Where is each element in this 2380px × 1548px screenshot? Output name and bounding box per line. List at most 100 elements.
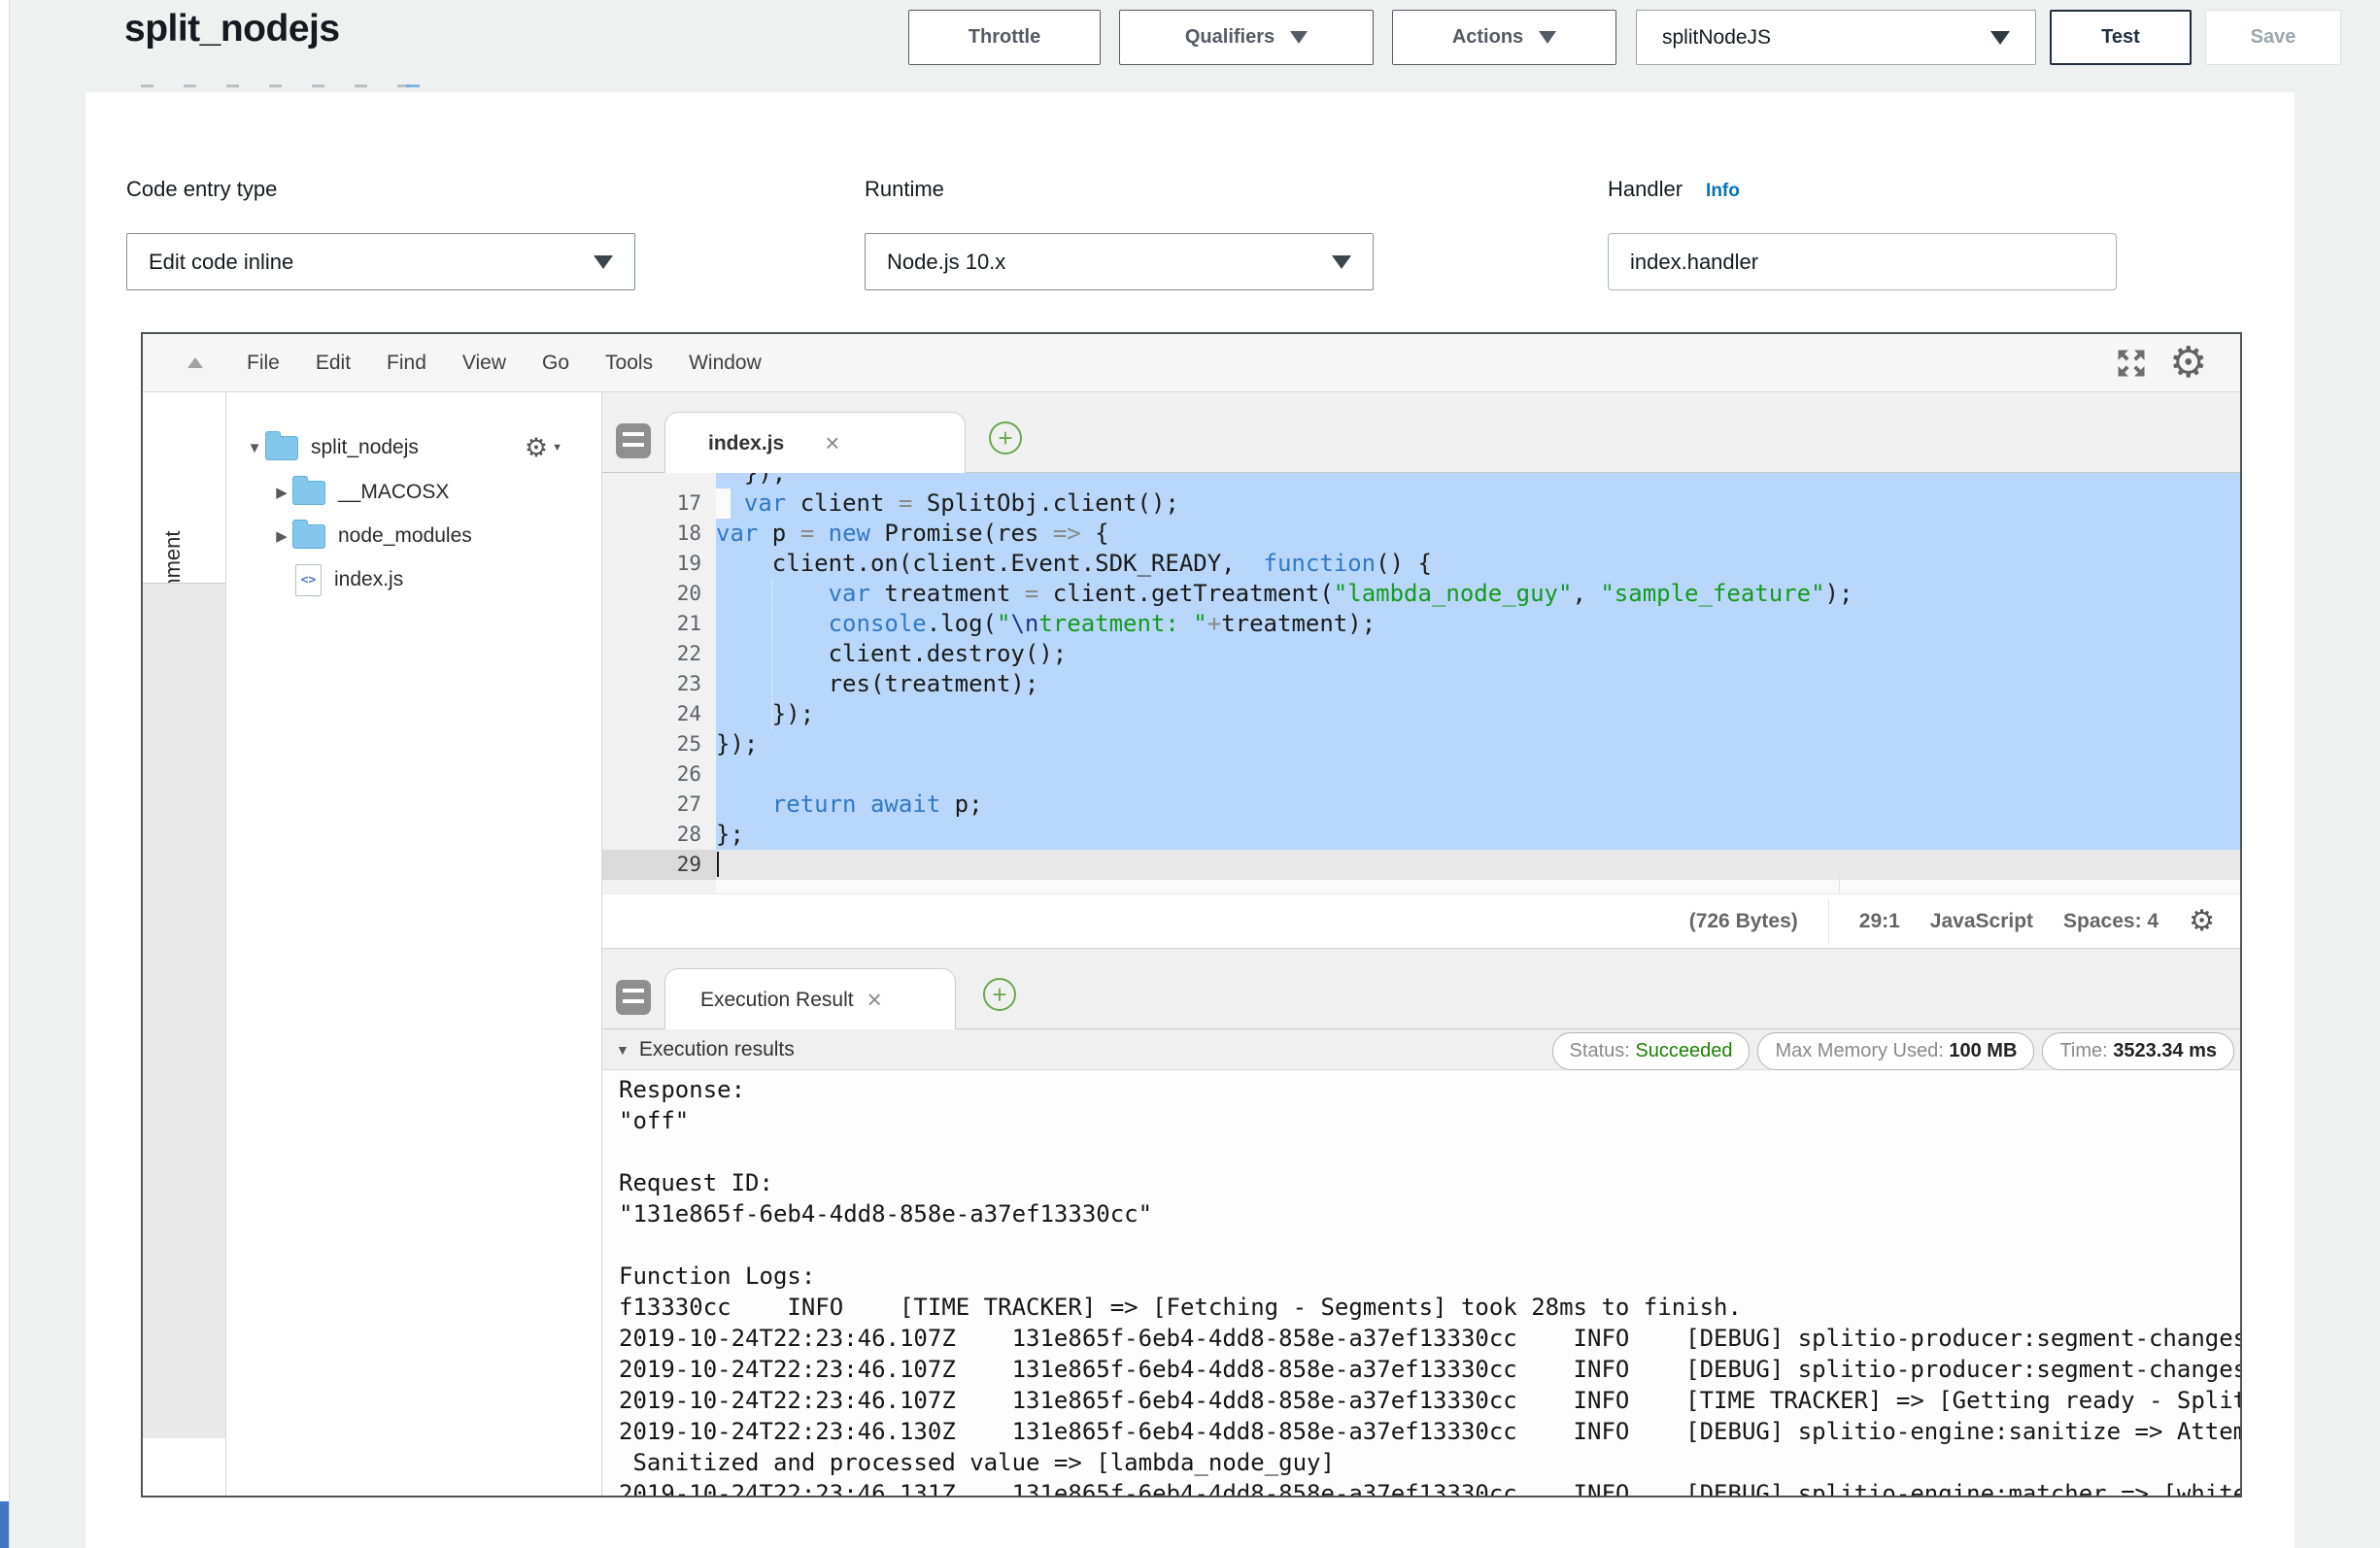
menu-item-go[interactable]: Go xyxy=(542,352,569,375)
expander-right-icon[interactable]: ▶ xyxy=(271,484,292,501)
menu-item-window[interactable]: Window xyxy=(689,352,762,375)
code-entry-type-select[interactable]: Edit code inline xyxy=(126,233,635,290)
gutter-cell[interactable]: 19 xyxy=(602,549,716,579)
gutter-cell[interactable] xyxy=(602,473,716,488)
collapse-results-icon[interactable]: ▼ xyxy=(616,1042,629,1058)
expander-down-icon[interactable]: ▼ xyxy=(244,440,265,456)
gutter-cell[interactable]: 25 xyxy=(602,729,716,759)
caret-down-icon xyxy=(1332,255,1351,269)
status-badge-value: Succeeded xyxy=(1635,1040,1732,1062)
code-line[interactable]: var client = SplitObj.client(); xyxy=(716,488,2240,519)
log-line: "off" xyxy=(619,1105,2240,1136)
gutter-cell[interactable]: 29 xyxy=(602,850,716,880)
save-button-disabled[interactable]: Save xyxy=(2205,10,2341,65)
tab-list-icon[interactable] xyxy=(616,423,651,458)
menu-item-find[interactable]: Find xyxy=(387,352,426,375)
caret-down-icon xyxy=(1290,31,1308,44)
code-line[interactable]: var p = new Promise(res => { xyxy=(716,519,2240,549)
time-badge-label: Time: xyxy=(2059,1040,2113,1062)
cursor-position[interactable]: 29:1 xyxy=(1859,910,1900,933)
code-line[interactable] xyxy=(716,880,2240,893)
test-button[interactable]: Test xyxy=(2050,10,2192,65)
indentation-setting[interactable]: Spaces: 4 xyxy=(2063,910,2159,933)
code-line[interactable]: console.log("\ntreatment: "+treatment); xyxy=(716,609,2240,639)
clipped-scrolled-link xyxy=(406,84,420,87)
gutter-cell[interactable]: 26 xyxy=(602,759,716,790)
code-line[interactable]: client.on(client.Event.SDK_READY, functi… xyxy=(716,549,2240,579)
menu-item-view[interactable]: View xyxy=(462,352,506,375)
code-line[interactable]: }; xyxy=(716,820,2240,850)
qualifiers-button-label: Qualifiers xyxy=(1185,26,1275,49)
test-event-select[interactable]: splitNodeJS xyxy=(1636,10,2036,65)
tree-item-node_modules[interactable]: ▶node_modules xyxy=(226,516,601,556)
runtime-select[interactable]: Node.js 10.x xyxy=(865,233,1374,290)
tab-list-icon[interactable] xyxy=(616,980,651,1015)
code-line[interactable]: return await p; xyxy=(716,790,2240,820)
code-token: function xyxy=(1264,550,1377,577)
code-editor-area[interactable]: });17 var client = SplitObj.client();18v… xyxy=(602,473,2240,893)
gutter-cell[interactable]: 24 xyxy=(602,699,716,729)
close-tab-icon[interactable]: × xyxy=(825,428,839,458)
code-line[interactable] xyxy=(716,850,2240,880)
code-line[interactable]: }); xyxy=(716,729,2240,759)
log-line: 2019-10-24T22:23:46.131Z 131e865f-6eb4-4… xyxy=(619,1478,2240,1496)
new-tab-icon[interactable]: + xyxy=(983,978,1016,1011)
execution-log-output[interactable]: Response:"off" Request ID:"131e865f-6eb4… xyxy=(602,1070,2240,1496)
expander-right-icon[interactable]: ▶ xyxy=(271,527,292,545)
gutter-cell[interactable]: 27 xyxy=(602,790,716,820)
log-line: Request ID: xyxy=(619,1167,2240,1198)
log-line: Function Logs: xyxy=(619,1261,2240,1292)
syntax-mode[interactable]: JavaScript xyxy=(1930,910,2033,933)
tab-index-js[interactable]: index.js × xyxy=(664,412,966,474)
gutter-cell[interactable] xyxy=(602,880,716,893)
code-line[interactable]: }); xyxy=(716,699,2240,729)
handler-info-link[interactable]: Info xyxy=(1706,181,1740,201)
window-left-edge xyxy=(0,0,10,1548)
gutter-cell[interactable]: 17 xyxy=(602,488,716,519)
qualifiers-button[interactable]: Qualifiers xyxy=(1119,10,1374,65)
code-line[interactable]: }); xyxy=(716,473,2240,488)
menu-item-edit[interactable]: Edit xyxy=(316,352,351,375)
code-line[interactable]: var treatment = client.getTreatment("lam… xyxy=(716,579,2240,609)
code-line[interactable] xyxy=(716,759,2240,790)
indent-guide xyxy=(771,579,772,729)
tree-settings-gear-icon[interactable]: ⚙▼ xyxy=(525,433,562,463)
close-tab-icon[interactable]: × xyxy=(867,985,882,1015)
code-line[interactable]: client.destroy(); xyxy=(716,639,2240,669)
gutter-cell[interactable]: 22 xyxy=(602,639,716,669)
tab-index-js-label: index.js xyxy=(708,432,784,455)
code-token: }); xyxy=(716,700,814,727)
gutter-cell[interactable]: 18 xyxy=(602,519,716,549)
handler-input[interactable]: index.handler xyxy=(1608,233,2117,290)
menu-item-file[interactable]: File xyxy=(247,352,280,375)
actions-button[interactable]: Actions xyxy=(1392,10,1616,65)
fullscreen-icon[interactable] xyxy=(2114,346,2149,381)
collapse-panel-icon[interactable] xyxy=(187,357,203,368)
tree-item-split_nodejs[interactable]: ▼split_nodejs⚙▼ xyxy=(226,427,601,468)
code-line[interactable]: res(treatment); xyxy=(716,669,2240,699)
tab-execution-result[interactable]: Execution Result × xyxy=(664,968,956,1030)
new-tab-icon[interactable]: + xyxy=(989,421,1022,454)
code-token: { xyxy=(1081,520,1109,547)
editor-tabbar: index.js × + xyxy=(602,392,2240,473)
code-token: "sample_feature" xyxy=(1600,580,1824,607)
tree-item-__MACOSX[interactable]: ▶__MACOSX xyxy=(226,472,601,513)
code-row: }); xyxy=(602,473,2240,488)
code-token: await xyxy=(870,791,940,818)
gutter-cell[interactable]: 23 xyxy=(602,669,716,699)
caret-down-icon xyxy=(594,255,613,269)
statusbar-gear-icon[interactable]: ⚙ xyxy=(2189,904,2215,938)
gutter-cell[interactable]: 21 xyxy=(602,609,716,639)
menu-item-tools[interactable]: Tools xyxy=(605,352,653,375)
gutter-cell[interactable]: 28 xyxy=(602,820,716,850)
handler-label-text: Handler xyxy=(1608,177,1683,201)
tree-item-index.js[interactable]: <>index.js xyxy=(226,559,601,600)
code-row: 24 }); xyxy=(602,699,2240,729)
code-row: 23 res(treatment); xyxy=(602,669,2240,699)
gutter-cell[interactable]: 20 xyxy=(602,579,716,609)
editor-settings-gear-icon[interactable]: ⚙ xyxy=(2169,336,2207,390)
code-token: treatment xyxy=(870,580,1025,607)
throttle-button[interactable]: Throttle xyxy=(908,10,1101,65)
code-token: }); xyxy=(716,473,786,487)
file-tree: ▼split_nodejs⚙▼▶__MACOSX▶node_modules<>i… xyxy=(226,392,602,1496)
